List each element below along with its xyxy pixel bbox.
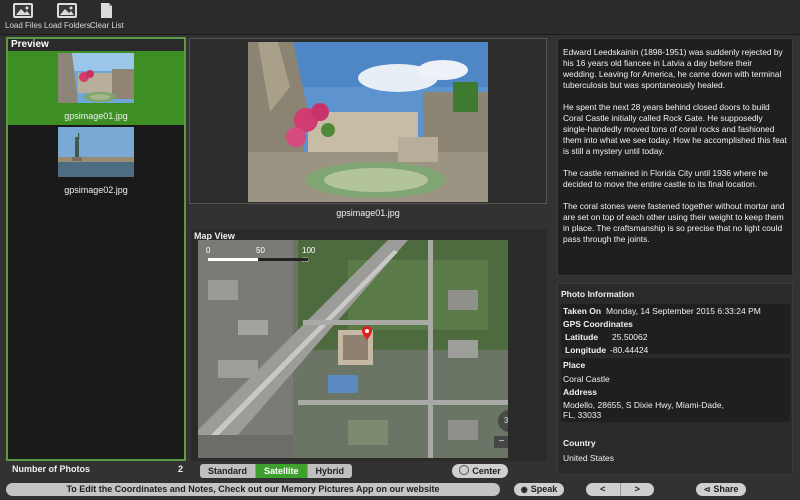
country-label: Country [563, 438, 596, 448]
longitude-value: -80.44424 [610, 345, 649, 355]
thumbnail-statue-of-liberty [58, 127, 134, 177]
zoom-out-icon[interactable]: − [494, 436, 508, 448]
main-image-caption: gpsimage01.jpg [336, 208, 400, 218]
crosshair-icon [459, 465, 470, 475]
photo-count-bar: Number of Photos 2 [6, 462, 186, 476]
load-files-label: Load Files [5, 21, 42, 30]
scale-label-50: 50 [256, 246, 265, 255]
country-value: United States [563, 453, 615, 463]
address-line1: Modello, 28655, S Dixie Hwy, Miami-Dade, [563, 400, 724, 410]
previous-button[interactable]: < [586, 483, 621, 496]
notes-paragraph: He spent the next 28 years behind closed… [563, 102, 787, 156]
tab-hybrid[interactable]: Hybrid [308, 464, 353, 478]
gps-coordinates-label: GPS Coordinates [563, 319, 633, 329]
tab-standard[interactable]: Standard [200, 464, 257, 478]
share-label: Share [713, 484, 739, 494]
document-icon [100, 3, 113, 18]
main-image-frame [189, 38, 547, 204]
load-folders-button[interactable]: Load Folders [44, 3, 91, 30]
taken-on-value: Monday, 14 September 2015 6:33:24 PM [606, 306, 761, 316]
photo-info-title: Photo Information [561, 289, 635, 299]
latitude-value: 25.50062 [612, 332, 648, 342]
tab-satellite[interactable]: Satellite [256, 464, 308, 478]
address-label: Address [563, 387, 598, 397]
main-photo [248, 42, 488, 202]
photo-count-value: 2 [178, 464, 184, 474]
next-button[interactable]: > [621, 483, 655, 496]
notes-text-area[interactable]: Edward Leedskainin (1898-1951) was sudde… [557, 38, 793, 276]
longitude-label: Longitude [565, 345, 607, 355]
speaker-icon: ◉ [520, 485, 528, 494]
share-icon: ⊲ [703, 485, 711, 494]
address-line2: FL, 33033 [563, 410, 602, 420]
taken-on-label: Taken On [563, 306, 602, 316]
notes-paragraph: Edward Leedskainin (1898-1951) was sudde… [563, 47, 783, 90]
clear-list-button[interactable]: Clear List [90, 3, 124, 30]
load-folders-label: Load Folders [44, 21, 91, 30]
map-type-segmented-control: Standard Satellite Hybrid [200, 464, 353, 478]
speak-label: Speak [530, 484, 558, 494]
image-icon [13, 3, 34, 18]
notes-paragraph: The castle remained in Florida City unti… [563, 168, 768, 189]
load-files-button[interactable]: Load Files [5, 3, 42, 30]
thumbnail-filename: gpsimage01.jpg [64, 111, 128, 121]
clear-list-label: Clear List [90, 21, 124, 30]
notes-paragraph: The coral stones were fastened together … [563, 201, 785, 244]
navigation-buttons: < > [586, 483, 654, 496]
center-button[interactable]: Center [452, 464, 508, 478]
toolbar: Load Files Load Folders Clear List [0, 0, 800, 35]
place-label: Place [563, 360, 586, 370]
scale-label-100: 100 m [302, 246, 316, 264]
place-value: Coral Castle [563, 374, 610, 384]
zoom-control: − + [494, 436, 508, 448]
list-item[interactable]: gpsimage01.jpg [8, 51, 184, 125]
promo-banner-button[interactable]: To Edit the Coordinates and Notes, Check… [6, 483, 500, 496]
map-pin-icon[interactable] [362, 326, 372, 340]
speak-button[interactable]: ◉ Speak [514, 483, 564, 496]
scale-label-0: 0 [206, 246, 211, 255]
preview-panel: Preview gpsimage01.jpg gpsimage02.jpg [6, 37, 186, 461]
share-button[interactable]: ⊲ Share [696, 483, 746, 496]
folder-image-icon [57, 3, 78, 18]
preview-title: Preview [8, 39, 184, 51]
map-view[interactable]: 0 50 100 m 3D − + [198, 240, 508, 458]
thumbnail-filename: gpsimage02.jpg [64, 185, 128, 195]
map-scale: 0 50 100 m [206, 244, 316, 264]
photo-count-label: Number of Photos [12, 464, 90, 474]
center-button-label: Center [472, 466, 501, 476]
photo-information-panel: Photo Information Taken On Monday, 14 Se… [557, 283, 793, 475]
latitude-label: Latitude [565, 332, 599, 342]
list-item[interactable]: gpsimage02.jpg [8, 125, 184, 199]
thumbnail-coral-castle [58, 53, 134, 103]
